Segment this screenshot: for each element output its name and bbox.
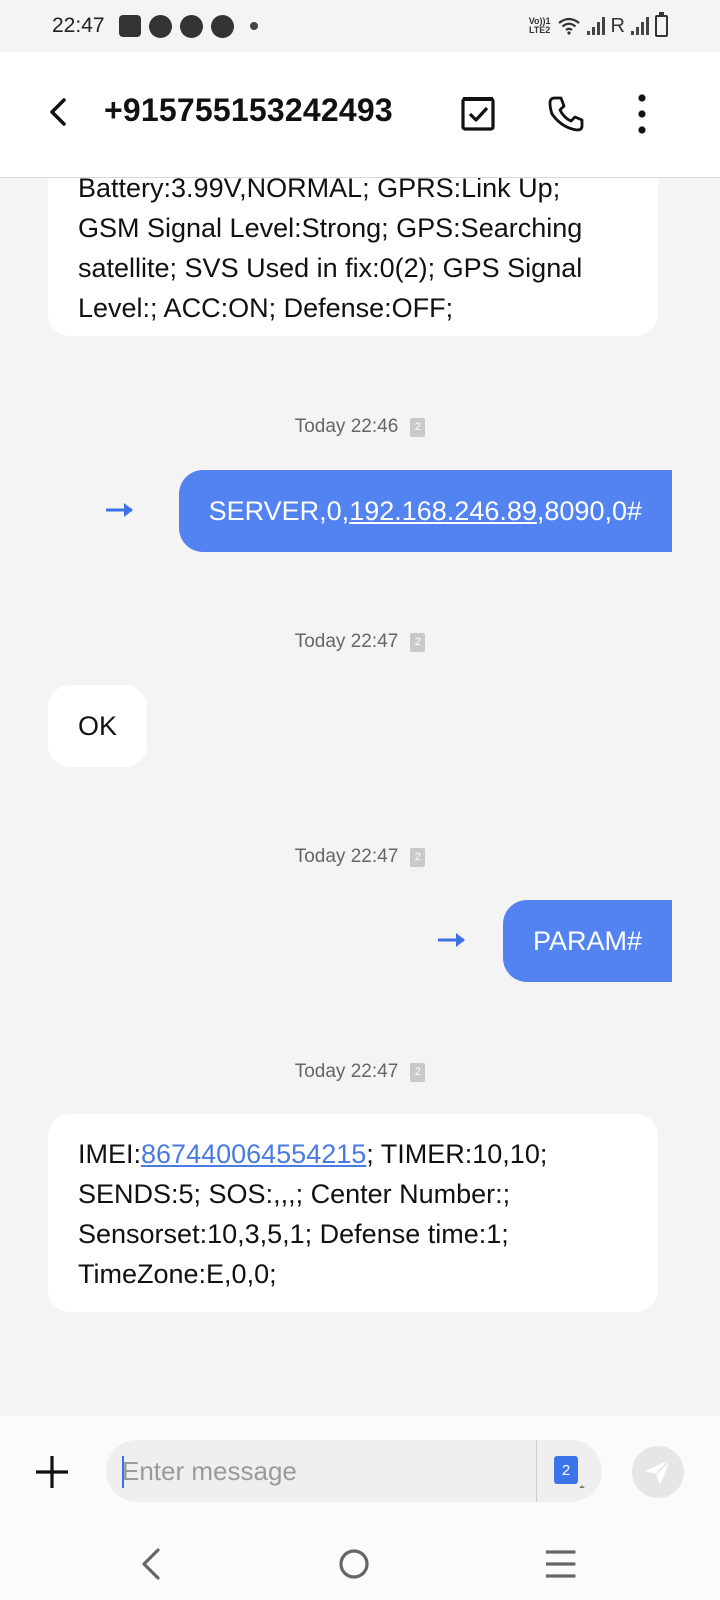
timestamp-text: Today 22:47 xyxy=(294,631,399,652)
incoming-message[interactable]: OK xyxy=(48,685,148,767)
notification-icons xyxy=(118,14,258,38)
battery-charging-icon xyxy=(655,12,668,37)
roaming-indicator: R xyxy=(610,14,625,37)
send-button[interactable] xyxy=(632,1446,684,1498)
message-line: IMEI:867440064554215; TIMER:10,10; xyxy=(78,1134,628,1174)
status-bar: 22:47 Vo))1 LTE2 R xyxy=(0,0,720,52)
message-text: ; TIMER:10,10; xyxy=(366,1139,548,1169)
plus-icon[interactable] xyxy=(34,1454,70,1490)
sent-arrow-icon xyxy=(438,933,465,947)
message-text: SERVER,0, xyxy=(208,495,350,526)
app-notification-icon xyxy=(148,14,172,38)
nav-back-icon[interactable] xyxy=(130,1542,174,1586)
app-notification-icon xyxy=(179,14,203,38)
message-text: ,8090,0# xyxy=(536,495,642,526)
message-line: GSM Signal Level:Strong; GPS:Searching xyxy=(78,213,583,243)
message-timestamp: Today 22:47 2 xyxy=(0,631,720,653)
phone-icon[interactable] xyxy=(544,92,588,136)
message-line: satellite; SVS Used in fix:0(2); GPS Sig… xyxy=(78,253,583,283)
message-line: Level:; ACC:ON; Defense:OFF; xyxy=(78,293,454,323)
outgoing-message[interactable]: PARAM# xyxy=(502,900,672,982)
sim-badge-icon: 2 xyxy=(410,847,426,867)
incoming-message[interactable]: Battery:3.99V,NORMAL; GPRS:Link Up; GSM … xyxy=(48,178,658,336)
divider xyxy=(536,1440,537,1502)
system-navigation-bar xyxy=(0,1526,720,1600)
sim-badge-icon: 2 xyxy=(410,417,426,437)
ip-address-link[interactable]: 192.168.246.89 xyxy=(349,496,537,527)
message-line: SENDS:5; SOS:,,,; Center Number:; xyxy=(78,1179,511,1209)
message-timestamp: Today 22:47 2 xyxy=(0,1061,720,1083)
message-timestamp: Today 22:46 2 xyxy=(0,416,720,438)
message-line: Sensorset:10,3,5,1; Defense time:1; xyxy=(78,1219,509,1249)
more-vert-icon[interactable] xyxy=(632,92,676,136)
imei-number-link[interactable]: 867440064554215 xyxy=(141,1139,366,1169)
message-input[interactable] xyxy=(122,1440,512,1502)
sim-select-button[interactable]: 2 xyxy=(554,1456,578,1484)
back-arrow-icon[interactable] xyxy=(40,92,80,132)
message-text: PARAM# xyxy=(532,925,642,956)
volte-icon: Vo))1 LTE2 xyxy=(528,16,551,35)
status-time: 22:47 xyxy=(52,14,105,37)
message-text: OK xyxy=(78,711,118,741)
gmail-notification-icon xyxy=(118,15,141,37)
send-icon xyxy=(646,1460,670,1484)
sim-badge-icon: 2 xyxy=(410,1062,426,1082)
signal-icon xyxy=(586,17,605,35)
nav-recent-icon[interactable] xyxy=(546,1542,590,1586)
message-input-container: 2 xyxy=(106,1440,602,1502)
timestamp-text: Today 22:46 xyxy=(294,416,399,437)
incoming-message[interactable]: IMEI:867440064554215; TIMER:10,10; SENDS… xyxy=(48,1114,658,1312)
signal-icon xyxy=(631,17,649,35)
timestamp-text: Today 22:47 xyxy=(294,846,399,867)
imei-label: IMEI: xyxy=(78,1139,142,1169)
sim-badge-icon: 2 xyxy=(410,632,426,652)
timestamp-text: Today 22:47 xyxy=(294,1061,399,1082)
text-cursor xyxy=(122,1456,124,1488)
message-timestamp: Today 22:47 2 xyxy=(0,846,720,868)
app-notification-icon xyxy=(210,14,234,38)
message-list[interactable]: Battery:3.99V,NORMAL; GPRS:Link Up; GSM … xyxy=(0,178,720,1416)
message-line: Battery:3.99V,NORMAL; GPRS:Link Up; xyxy=(78,178,561,203)
more-notifications-icon xyxy=(249,22,258,30)
outgoing-message[interactable]: SERVER,0, 192.168.246.89,8090,0# xyxy=(178,470,672,552)
sent-arrow-icon xyxy=(106,503,133,517)
wifi-icon xyxy=(557,17,580,35)
select-check-icon[interactable] xyxy=(456,92,500,136)
system-icons: Vo))1 LTE2 R xyxy=(528,12,668,38)
contact-number-title[interactable]: +915755153242493 xyxy=(104,92,393,129)
message-composer: 2 xyxy=(0,1416,720,1526)
conversation-header: +915755153242493 xyxy=(0,52,720,178)
nav-home-icon[interactable] xyxy=(338,1542,382,1586)
message-line: TimeZone:E,0,0; xyxy=(78,1259,277,1289)
